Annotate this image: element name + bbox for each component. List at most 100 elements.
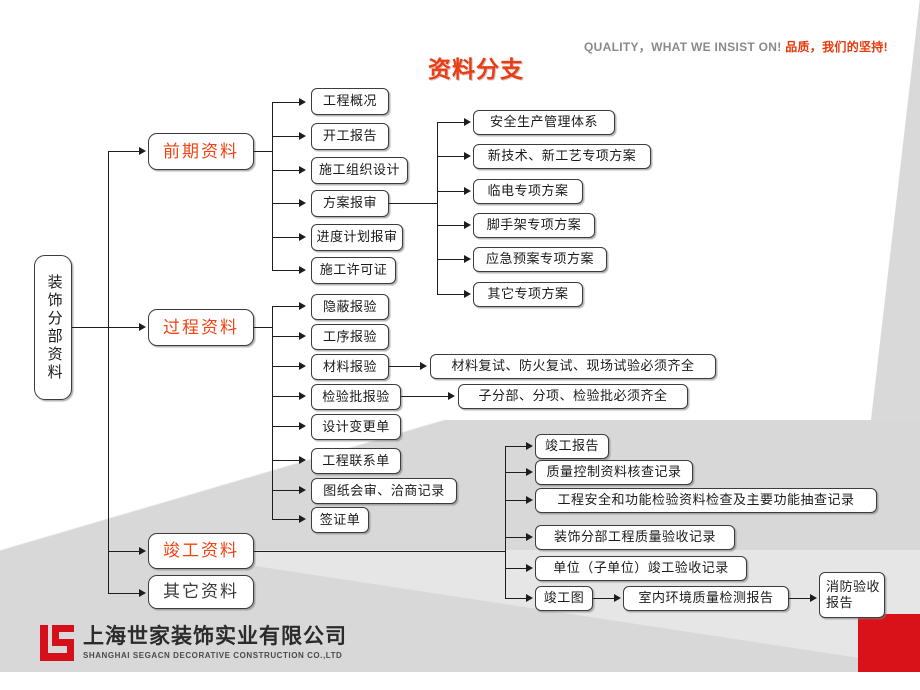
connector-b3c6 — [505, 598, 527, 599]
arrow-b1c1 — [299, 98, 306, 106]
connector-b1c4 — [272, 203, 300, 204]
node-yingjiyuanzhuanxiangfangan[interactable]: 应急预案专项方案 — [473, 247, 607, 272]
connector-b1c6 — [272, 270, 300, 271]
node-gongchenggaikuang[interactable]: 工程概况 — [311, 88, 389, 115]
connector-branch2-feeder — [108, 327, 140, 328]
node-liandianzhuanxiangfangan[interactable]: 临电专项方案 — [473, 179, 583, 204]
node-qitazhuanxiangfangan[interactable]: 其它专项方案 — [473, 282, 583, 307]
arrow-cailiao-detail — [420, 362, 427, 370]
logo-company-name-en: SHANGHAI SEGACN DECORATIVE CONSTRUCTION … — [83, 650, 343, 660]
node-branch-qianqi[interactable]: 前期资料 — [148, 133, 254, 170]
node-zhiliangkongzhi[interactable]: 质量控制资料核查记录 — [535, 460, 693, 485]
arrow-b3c1 — [526, 442, 533, 450]
connector-b2c2 — [272, 336, 300, 337]
connector-fangan-stem — [389, 203, 437, 204]
node-branch-qita[interactable]: 其它资料 — [148, 575, 254, 609]
node-branch-jungong[interactable]: 竣工资料 — [148, 533, 254, 569]
node-kaigongbaogao[interactable]: 开工报告 — [311, 123, 389, 150]
connector-f2 — [437, 156, 465, 157]
node-anquanshengchanguanlitixi[interactable]: 安全生产管理体系 — [473, 110, 615, 135]
arrow-f5 — [464, 255, 471, 263]
arrow-xiaofang — [810, 594, 817, 602]
arrow-b2c2 — [299, 332, 306, 340]
arrow-f1 — [464, 118, 471, 126]
node-xiaofangyanshoubaogao[interactable]: 消防验收报告 — [819, 572, 885, 618]
connector-b3c4 — [505, 537, 527, 538]
arrow-jungongtu-next — [614, 594, 621, 602]
connector-b2c4 — [272, 396, 300, 397]
node-yinbibaoyan[interactable]: 隐蔽报验 — [311, 294, 389, 320]
connector-branch3-feeder — [108, 551, 140, 552]
connector-b2c1 — [272, 306, 300, 307]
connector-b1-stem — [254, 151, 272, 152]
connector-root-trunk — [108, 151, 109, 593]
arrow-b3c6 — [526, 594, 533, 602]
node-cailiaofushi-detail[interactable]: 材料复试、防火复试、现场试验必须齐全 — [430, 354, 716, 379]
node-jungongtu[interactable]: 竣工图 — [535, 586, 593, 611]
node-danwei-jungongyanshou[interactable]: 单位（子单位）竣工验收记录 — [535, 556, 747, 581]
node-zhuangshifenbu[interactable]: 装饰分部工程质量验收记录 — [535, 525, 735, 550]
node-shigongxukezheng[interactable]: 施工许可证 — [311, 257, 396, 284]
node-gongxubaoyan[interactable]: 工序报验 — [311, 324, 389, 350]
connector-b3-trunk — [505, 446, 506, 598]
node-fanganbaoshen[interactable]: 方案报审 — [311, 190, 389, 217]
connector-f6 — [437, 294, 465, 295]
arrow-b1c2 — [299, 132, 306, 140]
node-gongchenganquan[interactable]: 工程安全和功能检验资料检查及主要功能抽查记录 — [535, 488, 877, 513]
node-cailiaobaoyan[interactable]: 材料报验 — [311, 354, 389, 380]
node-branch-guocheng[interactable]: 过程资料 — [148, 309, 254, 346]
connector-b2c6 — [272, 460, 300, 461]
company-logo: 上海世家装饰实业有限公司 SHANGHAI SEGACN DECORATIVE … — [40, 625, 347, 661]
node-tuzhihuishen[interactable]: 图纸会审、洽商记录 — [311, 478, 457, 504]
arrow-branch2 — [139, 323, 146, 331]
node-shejibiangengdan[interactable]: 设计变更单 — [311, 414, 401, 440]
connector-f4 — [437, 225, 465, 226]
arrow-b1c6 — [299, 266, 306, 274]
arrow-b2c6 — [299, 456, 306, 464]
connector-cailiao-detail — [389, 366, 421, 367]
arrow-b2c4 — [299, 392, 306, 400]
node-gongchengliangxidan[interactable]: 工程联系单 — [311, 448, 401, 474]
connector-jungongtu-next — [593, 598, 615, 599]
node-xinjishuxingongyi[interactable]: 新技术、新工艺专项方案 — [473, 144, 651, 169]
connector-xiaofang — [789, 598, 811, 599]
node-root[interactable]: 装饰分部资料 — [34, 255, 72, 400]
arrow-f2 — [464, 152, 471, 160]
connector-b3c3 — [505, 500, 527, 501]
connector-b1c1 — [272, 102, 300, 103]
connector-b2c3 — [272, 366, 300, 367]
node-jindujihuabaoshen[interactable]: 进度计划报审 — [311, 224, 403, 251]
logo-company-name-cn: 上海世家装饰实业有限公司 — [83, 625, 347, 649]
connector-b1-trunk — [272, 102, 273, 270]
node-jungongbaogao[interactable]: 竣工报告 — [535, 434, 609, 459]
arrow-b3c4 — [526, 533, 533, 541]
arrow-b3c3 — [526, 496, 533, 504]
node-jianyanpibaoyan[interactable]: 检验批报验 — [311, 384, 401, 410]
arrow-f6 — [464, 290, 471, 298]
connector-root-stem — [72, 327, 108, 328]
arrow-b2c3 — [299, 362, 306, 370]
arrow-branch4 — [139, 589, 146, 597]
node-shineihuanjing[interactable]: 室内环境质量检测报告 — [623, 586, 789, 611]
connector-branch4-feeder — [108, 593, 140, 594]
arrow-f3 — [464, 187, 471, 195]
slide-canvas: QUALITY，WHAT WE INSIST ON! 品质，我们的坚持! 资料分… — [0, 0, 920, 690]
arrow-f4 — [464, 221, 471, 229]
connector-jianyanpi-detail — [401, 396, 449, 397]
arrow-b1c5 — [299, 233, 306, 241]
node-jiaoshoujiazhuanxiangfangan[interactable]: 脚手架专项方案 — [473, 213, 595, 238]
connector-fangan-trunk — [437, 122, 438, 294]
connector-b2c7 — [272, 490, 300, 491]
connector-f3 — [437, 191, 465, 192]
connector-b2-stem — [254, 327, 272, 328]
connector-f1 — [437, 122, 465, 123]
connector-b1c2 — [272, 136, 300, 137]
arrow-b2c5 — [299, 422, 306, 430]
node-qianzhengdan[interactable]: 签证单 — [311, 507, 369, 533]
node-shigongzuzhisheji[interactable]: 施工组织设计 — [311, 157, 408, 184]
connector-b2-trunk — [272, 306, 273, 519]
arrow-jianyanpi-detail — [448, 392, 455, 400]
arrow-branch3 — [139, 547, 146, 555]
node-zifenbu-detail[interactable]: 子分部、分项、检验批必须齐全 — [458, 384, 688, 409]
arrow-b1c4 — [299, 199, 306, 207]
